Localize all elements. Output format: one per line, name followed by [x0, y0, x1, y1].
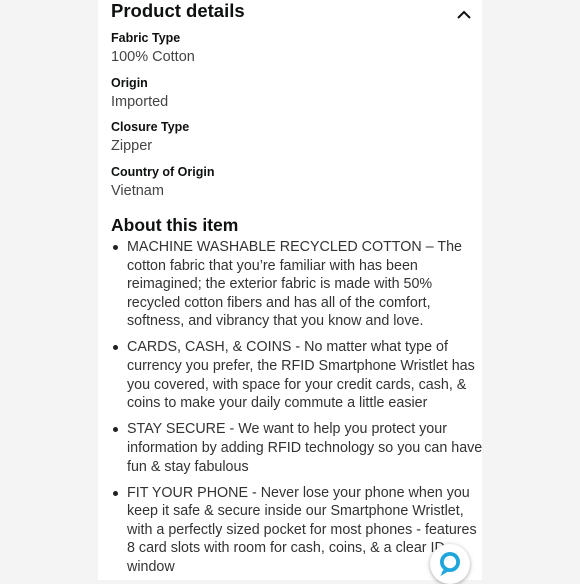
detail-value: Imported — [111, 93, 169, 110]
detail-value: 100% Cotton — [111, 49, 195, 65]
product-details-list: Fabric Type 100% Cotton Origin Imported … — [111, 30, 482, 208]
product-details-title: Product details — [111, 0, 245, 21]
detail-value: Zipper — [111, 138, 153, 154]
about-this-item-title: About this item — [111, 215, 239, 235]
bullet-text: STAY SECURE - We want to help you protec… — [127, 421, 482, 475]
list-item: MACHINE WASHABLE RECYCLED COTTON – The c… — [98, 238, 482, 331]
bullet-text: MACHINE WASHABLE RECYCLED COTTON – The c… — [127, 239, 462, 330]
alexa-button[interactable] — [430, 544, 470, 584]
detail-origin: Origin Imported — [111, 75, 482, 120]
alexa-icon — [440, 552, 460, 576]
list-item: CARDS, CASH, & COINS - No matter what ty… — [98, 338, 482, 412]
detail-label: Country of Origin — [111, 164, 215, 179]
product-details-header[interactable]: Product details — [111, 0, 482, 24]
detail-fabric-type: Fabric Type 100% Cotton — [111, 30, 482, 75]
bullet-text: CARDS, CASH, & COINS - No matter what ty… — [127, 339, 475, 412]
detail-label: Origin — [111, 75, 148, 90]
chevron-up-icon[interactable] — [455, 6, 473, 24]
detail-value: Vietnam — [111, 182, 164, 199]
list-item: STAY SECURE - We want to help you protec… — [98, 420, 482, 476]
about-bullet-list: MACHINE WASHABLE RECYCLED COTTON – The c… — [98, 238, 482, 580]
detail-closure-type: Closure Type Zipper — [111, 119, 482, 164]
detail-label: Fabric Type — [111, 31, 181, 45]
detail-country-of-origin: Country of Origin Vietnam — [111, 164, 482, 209]
list-item: FIT YOUR PHONE - Never lose your phone w… — [98, 484, 482, 577]
bullet-text: FIT YOUR PHONE - Never lose your phone w… — [127, 484, 477, 575]
detail-label: Closure Type — [111, 120, 190, 134]
product-panel: Product details Fabric Type 100% Cotton … — [98, 0, 482, 580]
